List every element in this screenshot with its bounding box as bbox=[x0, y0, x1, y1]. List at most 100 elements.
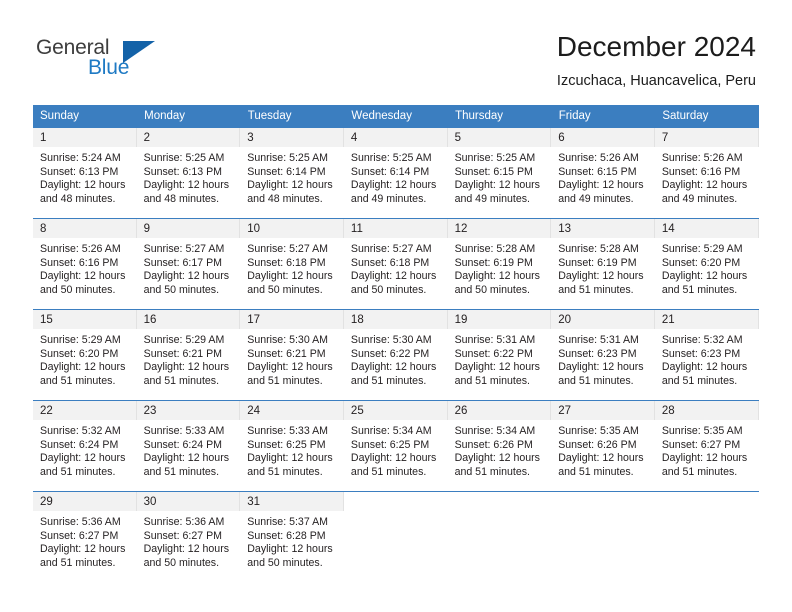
day-details: Sunrise: 5:36 AM Sunset: 6:27 PM Dayligh… bbox=[137, 511, 241, 570]
day-cell[interactable]: 28 Sunrise: 5:35 AM Sunset: 6:27 PM Dayl… bbox=[654, 400, 759, 492]
sunrise-text: Sunrise: 5:35 AM bbox=[558, 425, 639, 437]
day-cell[interactable]: 21 Sunrise: 5:32 AM Sunset: 6:23 PM Dayl… bbox=[654, 309, 759, 401]
day-cell[interactable]: 29 Sunrise: 5:36 AM Sunset: 6:27 PM Dayl… bbox=[33, 491, 137, 582]
day-number: 1 bbox=[33, 128, 137, 147]
day-number: 27 bbox=[551, 401, 655, 420]
day-details: Sunrise: 5:29 AM Sunset: 6:21 PM Dayligh… bbox=[137, 329, 241, 388]
day-details: Sunrise: 5:33 AM Sunset: 6:24 PM Dayligh… bbox=[137, 420, 241, 479]
day-cell[interactable]: 8 Sunrise: 5:26 AM Sunset: 6:16 PM Dayli… bbox=[33, 218, 137, 310]
daylight-text-line1: Daylight: 12 hours bbox=[350, 270, 437, 283]
day-cell[interactable]: 9 Sunrise: 5:27 AM Sunset: 6:17 PM Dayli… bbox=[136, 218, 241, 310]
calendar-header-row: Sunday Monday Tuesday Wednesday Thursday… bbox=[33, 105, 759, 128]
day-number bbox=[551, 492, 655, 511]
calendar-body: 1 Sunrise: 5:24 AM Sunset: 6:13 PM Dayli… bbox=[33, 127, 759, 582]
day-cell[interactable]: 6 Sunrise: 5:26 AM Sunset: 6:15 PM Dayli… bbox=[551, 127, 655, 219]
general-blue-logo[interactable]: General Blue bbox=[36, 36, 176, 82]
day-cell[interactable]: 17 Sunrise: 5:30 AM Sunset: 6:21 PM Dayl… bbox=[240, 309, 344, 401]
day-cell[interactable]: 31 Sunrise: 5:37 AM Sunset: 6:28 PM Dayl… bbox=[240, 491, 344, 582]
day-cell[interactable]: 25 Sunrise: 5:34 AM Sunset: 6:25 PM Dayl… bbox=[343, 400, 448, 492]
day-cell[interactable]: 27 Sunrise: 5:35 AM Sunset: 6:26 PM Dayl… bbox=[551, 400, 655, 492]
daylight-text-line2: and 50 minutes. bbox=[247, 556, 323, 569]
day-cell[interactable]: 19 Sunrise: 5:31 AM Sunset: 6:22 PM Dayl… bbox=[447, 309, 552, 401]
day-number: 8 bbox=[33, 219, 137, 238]
day-cell[interactable]: 11 Sunrise: 5:27 AM Sunset: 6:18 PM Dayl… bbox=[343, 218, 448, 310]
day-cell-empty bbox=[654, 491, 759, 582]
daylight-text-line2: and 49 minutes. bbox=[558, 192, 634, 205]
sunrise-text: Sunrise: 5:30 AM bbox=[247, 334, 328, 346]
day-details: Sunrise: 5:31 AM Sunset: 6:23 PM Dayligh… bbox=[551, 329, 655, 388]
day-cell-empty bbox=[343, 491, 448, 582]
day-cell[interactable]: 3 Sunrise: 5:25 AM Sunset: 6:14 PM Dayli… bbox=[240, 127, 344, 219]
day-cell[interactable]: 20 Sunrise: 5:31 AM Sunset: 6:23 PM Dayl… bbox=[551, 309, 655, 401]
sunset-text: Sunset: 6:25 PM bbox=[350, 438, 430, 451]
day-cell[interactable]: 22 Sunrise: 5:32 AM Sunset: 6:24 PM Dayl… bbox=[33, 400, 137, 492]
daylight-text-line2: and 51 minutes. bbox=[454, 465, 530, 478]
day-details: Sunrise: 5:33 AM Sunset: 6:25 PM Dayligh… bbox=[240, 420, 344, 479]
sunrise-text: Sunrise: 5:27 AM bbox=[143, 243, 225, 255]
sunset-text: Sunset: 6:27 PM bbox=[143, 529, 222, 542]
weekday-header-monday: Monday bbox=[136, 105, 241, 128]
day-number: 26 bbox=[447, 401, 552, 420]
day-cell[interactable]: 15 Sunrise: 5:29 AM Sunset: 6:20 PM Dayl… bbox=[33, 309, 137, 401]
day-number: 20 bbox=[551, 310, 655, 329]
day-cell[interactable]: 23 Sunrise: 5:33 AM Sunset: 6:24 PM Dayl… bbox=[136, 400, 241, 492]
daylight-text-line2: and 48 minutes. bbox=[40, 192, 116, 205]
day-details: Sunrise: 5:24 AM Sunset: 6:13 PM Dayligh… bbox=[33, 147, 137, 206]
daylight-text-line1: Daylight: 12 hours bbox=[143, 179, 230, 192]
day-cell[interactable]: 2 Sunrise: 5:25 AM Sunset: 6:13 PM Dayli… bbox=[136, 127, 241, 219]
day-number: 11 bbox=[343, 219, 448, 238]
day-details bbox=[448, 511, 552, 516]
sunset-text: Sunset: 6:22 PM bbox=[350, 347, 430, 360]
weekday-header-tuesday: Tuesday bbox=[240, 105, 345, 128]
daylight-text-line2: and 50 minutes. bbox=[143, 283, 220, 296]
day-number: 10 bbox=[240, 219, 344, 238]
day-cell[interactable]: 10 Sunrise: 5:27 AM Sunset: 6:18 PM Dayl… bbox=[240, 218, 344, 310]
day-details: Sunrise: 5:32 AM Sunset: 6:23 PM Dayligh… bbox=[655, 329, 759, 388]
day-cell[interactable]: 12 Sunrise: 5:28 AM Sunset: 6:19 PM Dayl… bbox=[447, 218, 552, 310]
month-calendar-table: Sunday Monday Tuesday Wednesday Thursday… bbox=[33, 105, 759, 582]
daylight-text-line1: Daylight: 12 hours bbox=[454, 452, 540, 465]
weekday-header-row: Sunday Monday Tuesday Wednesday Thursday… bbox=[33, 105, 759, 128]
day-cell[interactable]: 18 Sunrise: 5:30 AM Sunset: 6:22 PM Dayl… bbox=[343, 309, 448, 401]
daylight-text-line1: Daylight: 12 hours bbox=[40, 179, 126, 192]
day-details: Sunrise: 5:35 AM Sunset: 6:27 PM Dayligh… bbox=[655, 420, 759, 479]
daylight-text-line1: Daylight: 12 hours bbox=[454, 361, 540, 374]
daylight-text-line2: and 51 minutes. bbox=[454, 374, 530, 387]
sunrise-text: Sunrise: 5:31 AM bbox=[454, 334, 536, 346]
day-cell[interactable]: 1 Sunrise: 5:24 AM Sunset: 6:13 PM Dayli… bbox=[33, 127, 137, 219]
sunrise-text: Sunrise: 5:25 AM bbox=[454, 152, 536, 164]
daylight-text-line1: Daylight: 12 hours bbox=[247, 361, 333, 374]
daylight-text-line1: Daylight: 12 hours bbox=[454, 179, 540, 192]
week-row: 29 Sunrise: 5:36 AM Sunset: 6:27 PM Dayl… bbox=[33, 491, 759, 582]
day-number: 5 bbox=[447, 128, 552, 147]
sunrise-text: Sunrise: 5:26 AM bbox=[558, 152, 639, 164]
weekday-header-saturday: Saturday bbox=[654, 105, 759, 128]
day-cell[interactable]: 14 Sunrise: 5:29 AM Sunset: 6:20 PM Dayl… bbox=[654, 218, 759, 310]
sunset-text: Sunset: 6:23 PM bbox=[661, 347, 741, 360]
day-details: Sunrise: 5:26 AM Sunset: 6:15 PM Dayligh… bbox=[551, 147, 655, 206]
sunrise-text: Sunrise: 5:28 AM bbox=[558, 243, 639, 255]
day-number: 28 bbox=[654, 401, 759, 420]
day-cell[interactable]: 5 Sunrise: 5:25 AM Sunset: 6:15 PM Dayli… bbox=[447, 127, 552, 219]
daylight-text-line1: Daylight: 12 hours bbox=[558, 179, 644, 192]
day-cell[interactable]: 24 Sunrise: 5:33 AM Sunset: 6:25 PM Dayl… bbox=[240, 400, 344, 492]
sunrise-text: Sunrise: 5:34 AM bbox=[454, 425, 536, 437]
daylight-text-line1: Daylight: 12 hours bbox=[40, 452, 126, 465]
daylight-text-line1: Daylight: 12 hours bbox=[661, 179, 748, 192]
day-cell[interactable]: 7 Sunrise: 5:26 AM Sunset: 6:16 PM Dayli… bbox=[654, 127, 759, 219]
sunrise-text: Sunrise: 5:26 AM bbox=[40, 243, 121, 255]
daylight-text-line1: Daylight: 12 hours bbox=[558, 452, 644, 465]
daylight-text-line2: and 48 minutes. bbox=[247, 192, 323, 205]
daylight-text-line2: and 51 minutes. bbox=[247, 374, 323, 387]
sunrise-text: Sunrise: 5:33 AM bbox=[247, 425, 328, 437]
day-cell[interactable]: 13 Sunrise: 5:28 AM Sunset: 6:19 PM Dayl… bbox=[551, 218, 655, 310]
day-number: 19 bbox=[447, 310, 552, 329]
day-cell[interactable]: 4 Sunrise: 5:25 AM Sunset: 6:14 PM Dayli… bbox=[343, 127, 448, 219]
day-details: Sunrise: 5:25 AM Sunset: 6:15 PM Dayligh… bbox=[448, 147, 552, 206]
daylight-text-line2: and 49 minutes. bbox=[454, 192, 530, 205]
day-cell[interactable]: 26 Sunrise: 5:34 AM Sunset: 6:26 PM Dayl… bbox=[447, 400, 552, 492]
logo-text-blue: Blue bbox=[88, 56, 130, 79]
day-cell[interactable]: 30 Sunrise: 5:36 AM Sunset: 6:27 PM Dayl… bbox=[136, 491, 241, 582]
day-details: Sunrise: 5:31 AM Sunset: 6:22 PM Dayligh… bbox=[448, 329, 552, 388]
day-cell[interactable]: 16 Sunrise: 5:29 AM Sunset: 6:21 PM Dayl… bbox=[136, 309, 241, 401]
